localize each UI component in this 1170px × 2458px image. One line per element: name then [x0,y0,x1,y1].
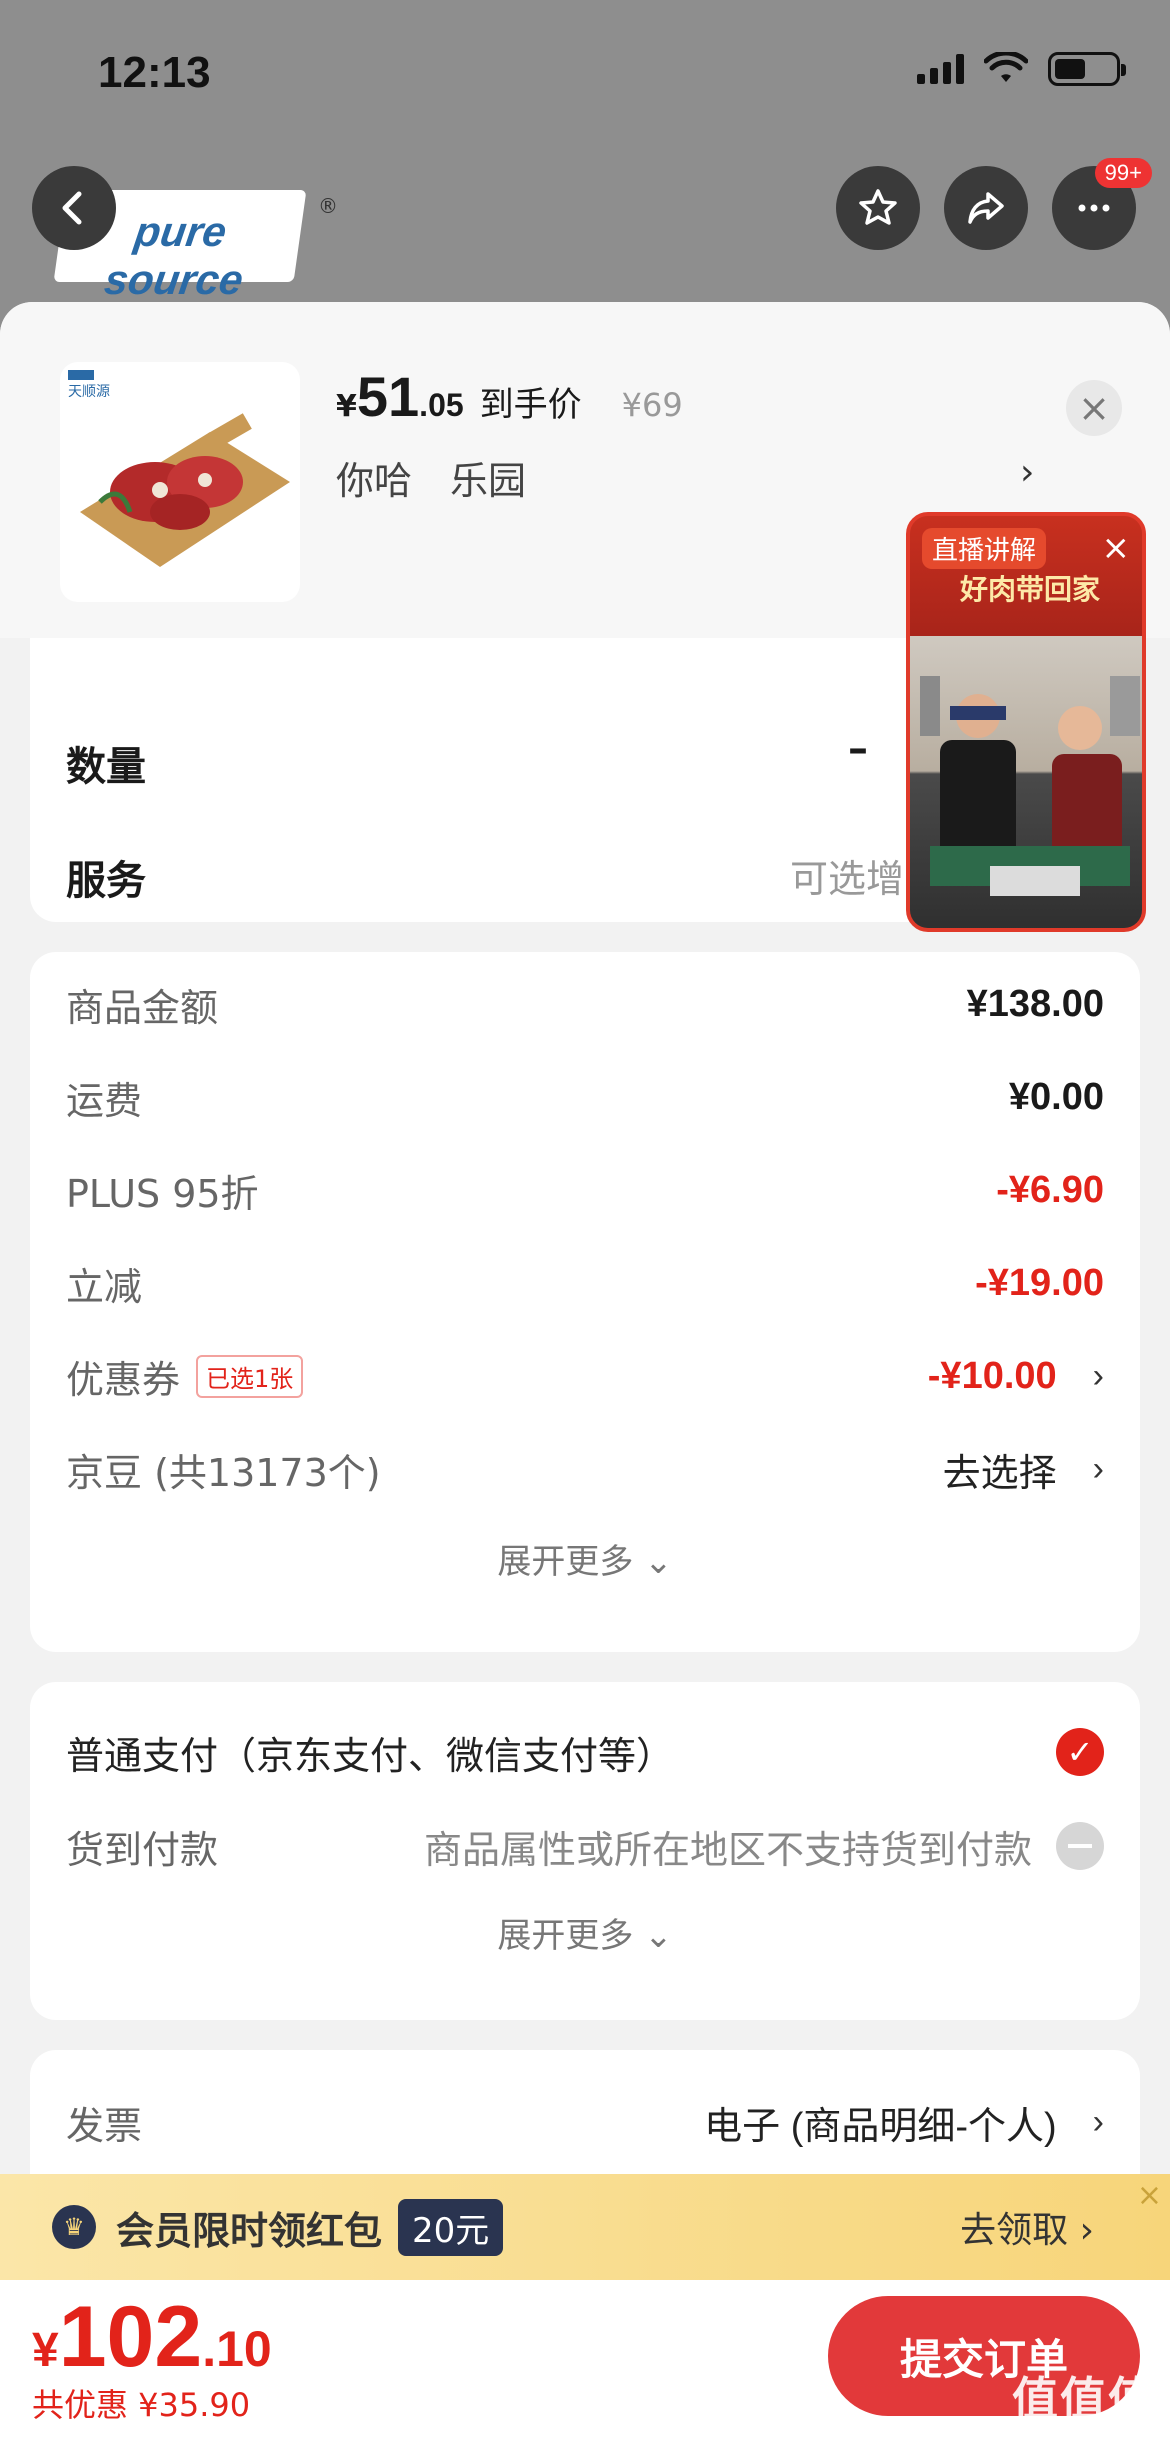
close-button[interactable]: × [1066,380,1122,436]
total-saving: 共优惠 ¥35.90 [32,2386,251,2424]
brand-registered-mark: ® [318,194,338,218]
crown-icon: ♛ [52,2205,96,2249]
close-icon[interactable]: × [1102,528,1131,568]
cod-note: 商品属性或所在地区不支持货到付款 [423,1827,1032,1872]
summary-row-shipping: 运费 ¥0.00 [66,1075,1104,1123]
summary-row-goods: 商品金额 ¥138.00 [66,982,1104,1030]
live-tag: 直播讲解 [922,528,1047,569]
payment-card: 普通支付（京东支付、微信支付等） ✓ 货到付款 商品属性或所在地区不支持货到付款… [30,1682,1140,2020]
checkout-bar: ¥ 102 .10 共优惠 ¥35.90 提交订单 值值值 zhizhizhi.c… [0,2280,1170,2458]
summary-row-coupon[interactable]: 优惠券 已选1张 -¥10.00 › [66,1346,1104,1406]
service-value[interactable]: 可选增 [790,848,904,903]
live-video [910,636,1142,928]
summary-row-discount: 立减 -¥19.00 [66,1261,1104,1309]
payment-option-cod: 货到付款 商品属性或所在地区不支持货到付款 [66,1816,1104,1876]
payment-option-normal[interactable]: 普通支付（京东支付、微信支付等） ✓ [66,1722,1104,1782]
promo-claim-button[interactable]: 去领取 › [960,2201,1094,2253]
more-dots-icon [1078,204,1110,212]
chevron-right-icon: › [1092,1449,1104,1488]
service-label: 服务 [66,858,146,904]
more-button[interactable]: 99+ [1052,158,1152,250]
chevron-right-icon: › [1092,1356,1104,1395]
total-price: ¥ 102 .10 [32,2289,272,2385]
promo-text: 会员限时领红包 [116,2208,383,2253]
quantity-label: 数量 [66,744,146,790]
promo-amount: 20元 [398,2198,504,2256]
invoice-row[interactable]: 发票 电子 (商品明细-个人) › [66,2092,1104,2152]
member-promo-banner[interactable]: ♛ 会员限时领红包 20元 去领取 › × [0,2174,1170,2280]
summary-row-jingdou[interactable]: 京豆 (共13173个) 去选择 › [66,1439,1104,1499]
thumb-brand-text: 天顺源 [68,384,110,400]
wifi-icon [984,52,1028,82]
watermark: 值值值 zhizhizhi.com [1012,2373,1156,2451]
status-bar: 12:13 [0,0,1170,140]
status-icons [917,52,1126,86]
product-image: 天顺源 [68,370,290,567]
back-arrow-icon [62,191,82,225]
product-price: ¥ 51 .05 到手价 ¥69 [336,365,683,428]
star-icon [859,189,897,225]
back-button[interactable] [32,166,116,250]
close-icon: × [1078,386,1110,430]
product-variant[interactable]: 你哈 乐园 [336,450,526,505]
summary-row-plus: PLUS 95折 -¥6.90 [66,1168,1104,1216]
notification-badge: 99+ [1094,158,1152,188]
expand-more-button[interactable]: 展开更多 ⌄ [30,1908,1140,1957]
live-banner-text: 好肉带回家 [960,573,1101,606]
chevron-right-icon: › [1092,2102,1104,2141]
original-price: ¥69 [621,386,683,424]
price-tag: 到手价 [479,385,582,425]
live-stream-window[interactable]: 好肉带回家 直播讲解 × [906,512,1146,932]
price-summary-card: 商品金额 ¥138.00 运费 ¥0.00 PLUS 95折 -¥6.90 立减 -¥1… [30,952,1140,1652]
status-time: 12:13 [98,48,211,97]
coupon-tag: 已选1张 [196,1354,304,1398]
battery-icon [1048,52,1126,86]
share-button[interactable] [944,166,1028,250]
product-thumbnail: 天顺源 [60,362,300,602]
quantity-minus-button[interactable]: – [848,726,868,772]
signal-icon [917,54,964,84]
check-icon: ✓ [1056,1728,1104,1776]
expand-more-button[interactable]: 展开更多 ⌄ [30,1534,1140,1583]
chevron-right-icon[interactable]: › [1020,452,1034,493]
close-icon[interactable]: × [1137,2178,1162,2213]
share-icon [968,192,1004,224]
disabled-icon [1056,1822,1104,1870]
favorite-button[interactable] [836,166,920,250]
